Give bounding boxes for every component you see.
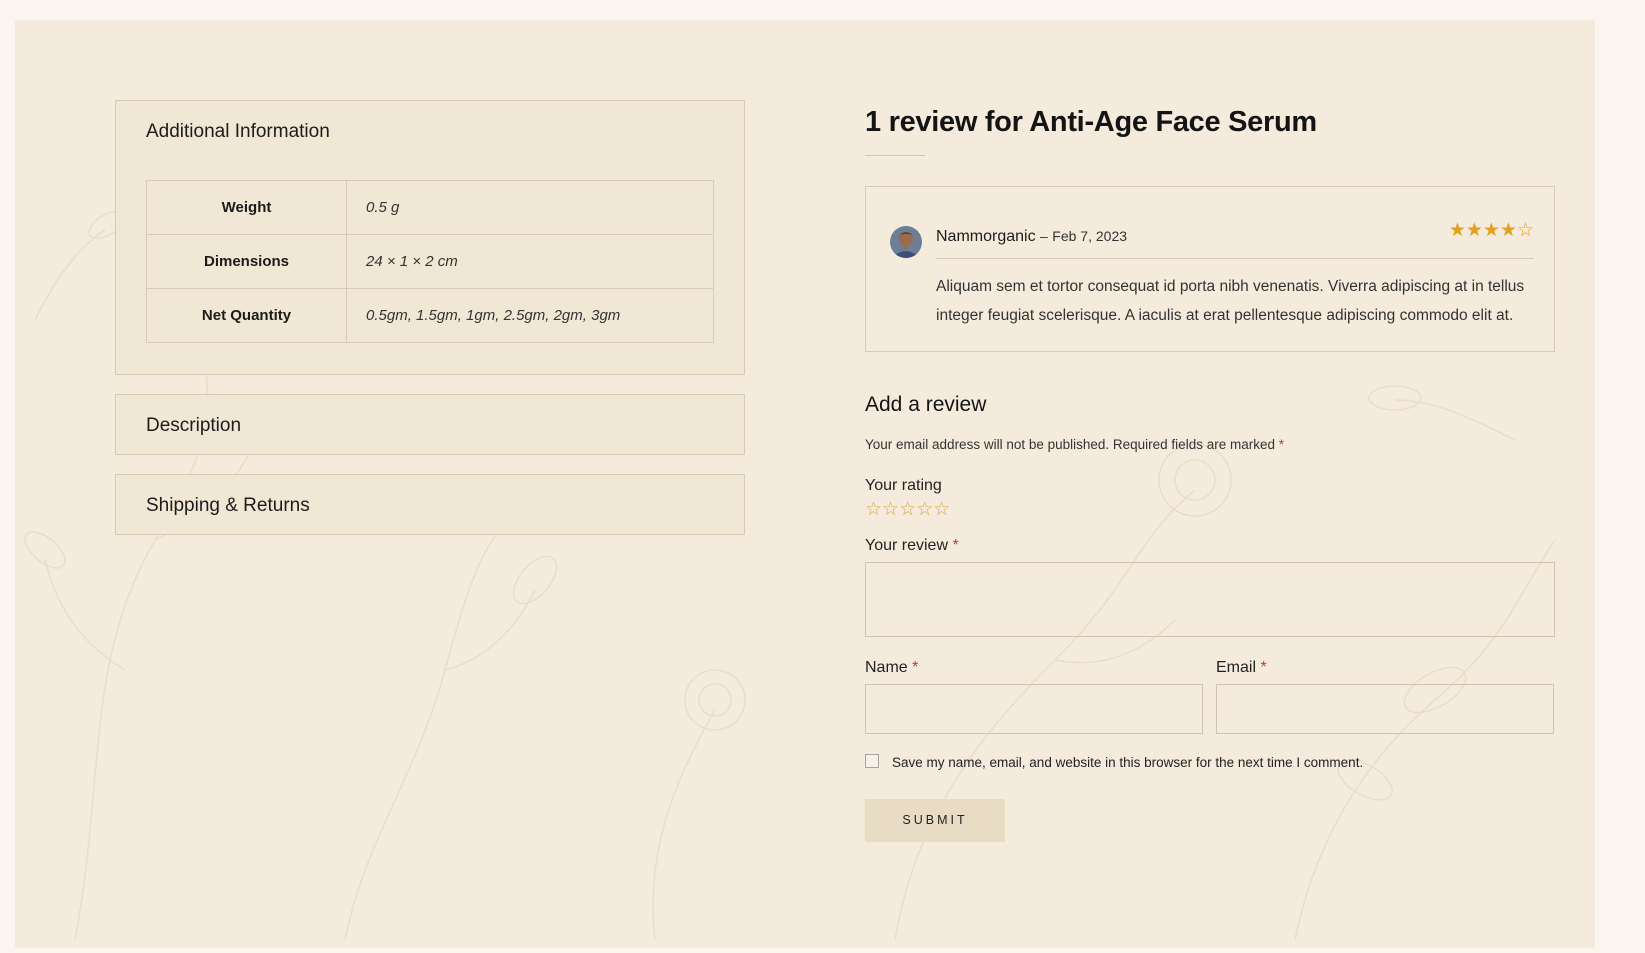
save-info-row: Save my name, email, and website in this… (865, 753, 1555, 770)
table-row: Net Quantity 0.5gm, 1.5gm, 1gm, 2.5gm, 2… (146, 288, 714, 343)
shipping-returns-tab[interactable]: Shipping & Returns (146, 475, 714, 515)
review-textarea[interactable] (865, 561, 1555, 637)
email-input[interactable] (1216, 683, 1554, 734)
rating-star-selector-icon[interactable]: ☆☆☆☆☆ (865, 499, 1555, 521)
additional-information-tab[interactable]: Additional Information (146, 101, 714, 141)
review-text: Aliquam sem et tortor consequat id porta… (936, 277, 1525, 324)
rating-label: Your rating (865, 476, 942, 494)
name-label-text: Name (865, 658, 908, 676)
review-notice: Your email address will not be published… (865, 437, 1555, 452)
required-mark: * (1260, 658, 1267, 676)
table-row: Dimensions 24 × 1 × 2 cm (146, 234, 714, 289)
notice-text: Your email address will not be published… (865, 436, 1275, 452)
review-rating-stars-icon: ★★★★☆ (1448, 219, 1534, 241)
additional-information-table: Weight 0.5 g Dimensions 24 × 1 × 2 cm Ne… (146, 180, 714, 343)
title-divider (865, 154, 925, 156)
required-mark: * (952, 536, 959, 554)
weight-label: Weight (146, 180, 347, 235)
submit-button[interactable]: SUBMIT (865, 798, 1005, 842)
net-quantity-value: 0.5gm, 1.5gm, 1gm, 2.5gm, 2gm, 3gm (346, 288, 714, 343)
save-info-checkbox[interactable] (865, 753, 879, 768)
review-date-separator: – (1040, 227, 1048, 244)
reviews-section: 1 review for Anti-Age Face Serum Nammorg… (865, 104, 1555, 842)
add-review-title: Add a review (865, 392, 987, 416)
name-field-label: Name * (865, 659, 1203, 677)
avatar (890, 225, 922, 258)
table-row: Weight 0.5 g (146, 180, 714, 235)
email-field-label: Email * (1216, 659, 1554, 677)
description-tab[interactable]: Description (146, 395, 714, 435)
review-divider (936, 257, 1534, 259)
dimensions-value: 24 × 1 × 2 cm (346, 234, 714, 289)
email-field-group: Email * (1216, 659, 1554, 734)
additional-information-panel: Additional Information Weight 0.5 g Dime… (115, 100, 745, 375)
review-label-text: Your review (865, 536, 949, 554)
email-label-text: Email (1216, 658, 1257, 676)
shipping-returns-panel[interactable]: Shipping & Returns (115, 474, 745, 535)
weight-value: 0.5 g (346, 180, 714, 235)
name-email-row: Name * Email * (865, 659, 1555, 734)
dimensions-label: Dimensions (146, 234, 347, 289)
net-quantity-label: Net Quantity (146, 288, 347, 343)
review-meta: Nammorganic – Feb 7, 2023 (936, 228, 1127, 246)
review-field-label: Your review * (865, 537, 1555, 555)
review-author: Nammorganic (936, 227, 1036, 245)
product-details-accordion: Additional Information Weight 0.5 g Dime… (115, 100, 745, 535)
name-input[interactable] (865, 683, 1203, 734)
user-avatar-icon (890, 225, 922, 258)
review-date: Feb 7, 2023 (1052, 227, 1128, 244)
reviews-title: 1 review for Anti-Age Face Serum (865, 106, 1317, 138)
save-info-label[interactable]: Save my name, email, and website in this… (892, 755, 1363, 770)
name-field-group: Name * (865, 659, 1203, 734)
required-mark: * (1278, 436, 1285, 452)
review-item: Nammorganic – Feb 7, 2023 ★★★★☆ Aliquam … (865, 185, 1555, 352)
description-panel[interactable]: Description (115, 394, 745, 455)
required-mark: * (912, 658, 919, 676)
product-page: Additional Information Weight 0.5 g Dime… (15, 20, 1595, 948)
